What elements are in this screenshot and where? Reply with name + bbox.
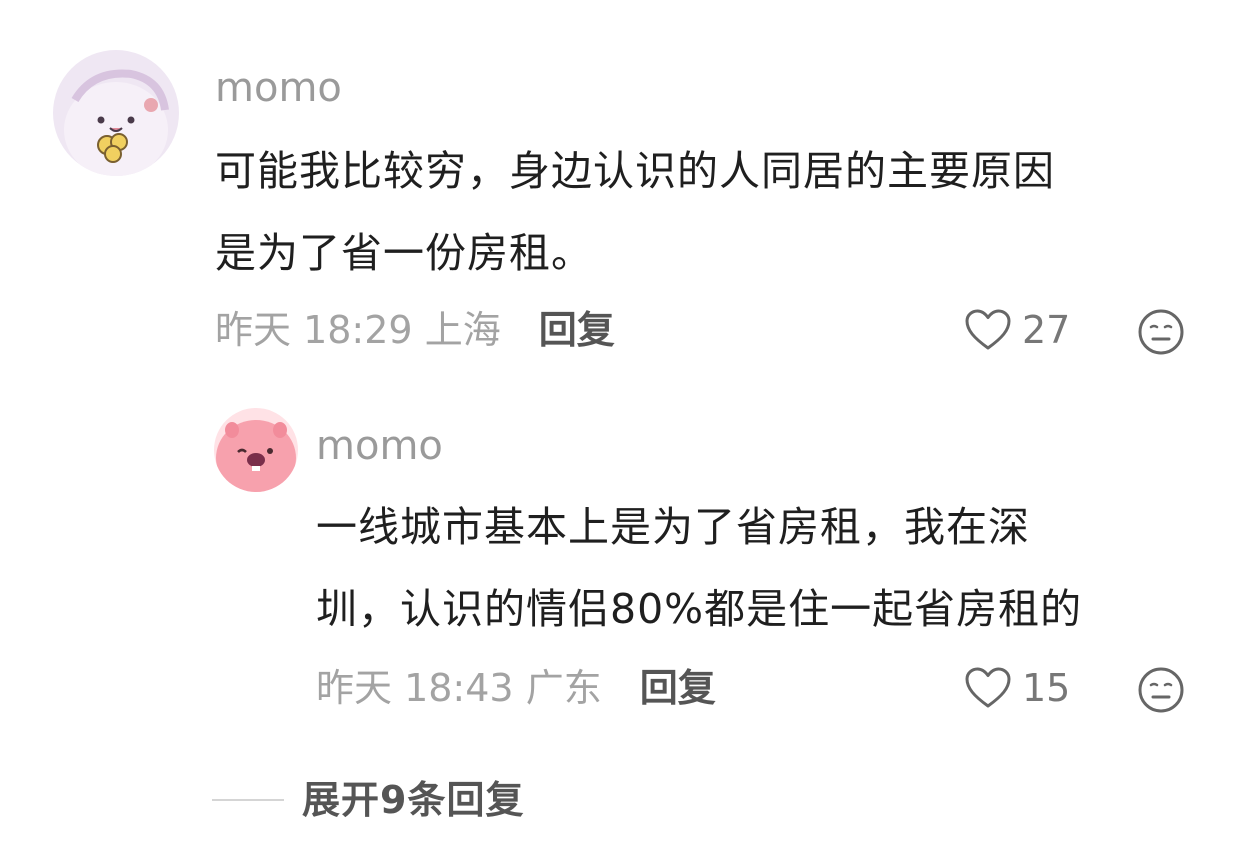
avatar[interactable]: [214, 408, 298, 492]
neutral-face-icon: [1138, 667, 1184, 713]
avatar-image: [214, 408, 298, 492]
expand-replies-button[interactable]: 展开9条回复: [212, 776, 524, 824]
username[interactable]: momo: [215, 64, 342, 112]
heart-outline-icon: [965, 309, 1011, 350]
like-button[interactable]: 15: [964, 664, 1070, 712]
username[interactable]: momo: [316, 422, 443, 470]
comment-text-line: 是为了省一份房租。: [215, 229, 593, 277]
location: 广东: [525, 666, 602, 710]
divider-line: [212, 799, 284, 801]
comment-text-line: 可能我比较穷，身边认识的人同居的主要原因: [215, 147, 1055, 195]
emoji-reaction-button[interactable]: [1137, 308, 1185, 356]
like-count: 27: [1022, 308, 1071, 352]
expand-replies-label: 展开9条回复: [302, 778, 525, 822]
comment-text: 一线城市基本上是为了省房租，我在深 圳，认识的情侣80%都是住一起省房租的: [316, 486, 1216, 650]
reply-button[interactable]: 回复: [640, 666, 716, 710]
comment-meta: 昨天 18:43 广东 回复: [316, 664, 716, 712]
like-count: 15: [1022, 666, 1071, 710]
avatar-image: [53, 50, 179, 176]
comment-text: 可能我比较穷，身边认识的人同居的主要原因 是为了省一份房租。: [215, 130, 1215, 294]
timestamp: 昨天 18:43: [316, 666, 514, 710]
neutral-face-icon: [1138, 309, 1184, 355]
comment-text-line: 圳，认识的情侣80%都是住一起省房租的: [316, 585, 1083, 633]
comment-meta: 昨天 18:29 上海 回复: [215, 306, 615, 354]
location: 上海: [424, 308, 501, 352]
comment-text-line: 一线城市基本上是为了省房租，我在深: [316, 503, 1030, 551]
timestamp: 昨天 18:29: [215, 308, 413, 352]
emoji-reaction-button[interactable]: [1137, 666, 1185, 714]
reply-button[interactable]: 回复: [539, 308, 615, 352]
heart-outline-icon: [965, 667, 1011, 708]
avatar[interactable]: [53, 50, 179, 176]
like-button[interactable]: 27: [964, 306, 1070, 354]
